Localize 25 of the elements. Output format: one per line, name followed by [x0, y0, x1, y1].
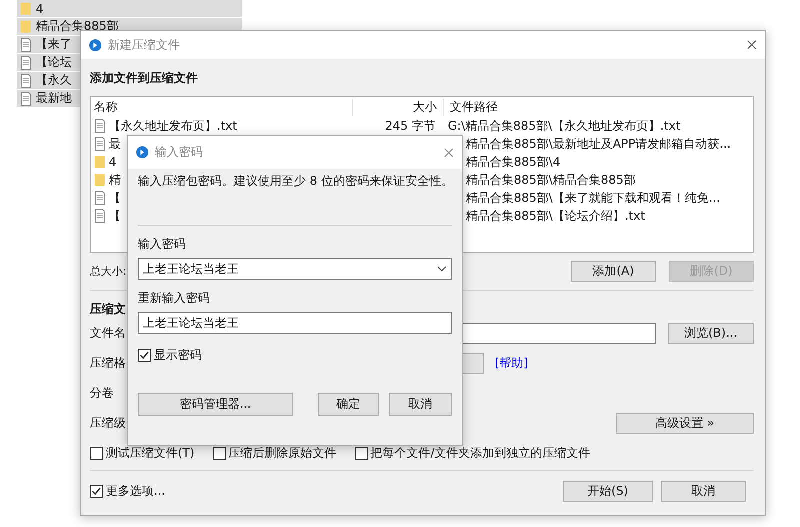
- file-name: 精: [109, 172, 121, 188]
- message-text: 输入压缩包密码。建议使用至少 8 位的密码来保证安全性。: [138, 173, 452, 190]
- window-title: 新建压缩文件: [108, 36, 181, 54]
- file-name: 【: [109, 190, 121, 206]
- file-name: 【永久地址发布页】.txt: [109, 118, 238, 134]
- file-name: 4: [109, 155, 117, 169]
- field-label: 压缩格: [90, 354, 127, 372]
- file-name: 最: [109, 136, 121, 152]
- section-heading: 压缩文: [90, 301, 127, 318]
- field-label: 重新输入密码: [138, 290, 211, 306]
- field-label: 压缩级: [90, 414, 127, 432]
- file-path: 精品合集885部\4: [466, 154, 561, 168]
- file-path: 精品合集885部\【论坛介绍】.txt: [466, 208, 646, 222]
- file-name: 【: [109, 208, 121, 224]
- section-heading: 添加文件到压缩文件: [90, 70, 199, 87]
- file-size: 245 字节: [385, 118, 436, 132]
- window-title: 输入密码: [155, 144, 204, 161]
- field-label: 输入密码: [138, 236, 187, 252]
- file-path: 精品合集885部\【来了就能下载和观看！纯免...: [466, 190, 720, 204]
- field-label: 分卷: [90, 384, 115, 402]
- file-path: 精品合集885部\精品合集885部: [466, 172, 636, 186]
- file-path: G:\精品合集885部\【永久地址发布页】.txt: [448, 118, 681, 132]
- file-path: 精品合集885部\最新地址及APP请发邮箱自动获...: [466, 136, 732, 150]
- total-size-label: 总大小:: [90, 264, 127, 278]
- field-label: 文件名: [90, 324, 127, 342]
